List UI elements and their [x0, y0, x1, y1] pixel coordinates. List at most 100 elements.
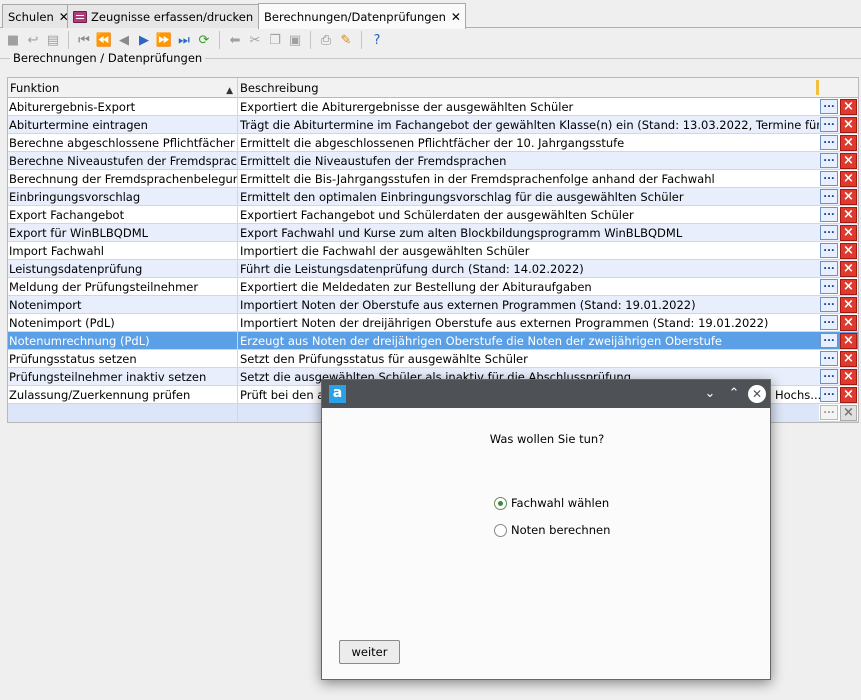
- cell-funktion[interactable]: Export Fachangebot: [8, 206, 238, 224]
- print-icon[interactable]: ⎙: [317, 31, 335, 49]
- cut-icon[interactable]: ✂: [246, 31, 264, 49]
- table-row[interactable]: Export Fachangebot Exportiert Fachangebot…: [8, 206, 858, 224]
- cell-beschreibung[interactable]: Export Fachwahl und Kurse zum alten Bloc…: [238, 224, 819, 242]
- cell-funktion[interactable]: Berechne abgeschlossene Pflichtfächer: [8, 134, 238, 152]
- table-row[interactable]: Abiturergebnis-Export Exportiert die Abit…: [8, 98, 858, 116]
- broom-icon[interactable]: ✎: [337, 31, 355, 49]
- delete-icon[interactable]: ×: [840, 117, 857, 133]
- cell-beschreibung[interactable]: Führt die Leistungsdatenprüfung durch (S…: [238, 260, 819, 278]
- delete-icon[interactable]: ×: [840, 189, 857, 205]
- details-button[interactable]: ...: [820, 135, 838, 150]
- delete-icon[interactable]: ×: [840, 171, 857, 187]
- cell-funktion[interactable]: Prüfungsteilnehmer inaktiv setzen: [8, 368, 238, 386]
- cell-funktion[interactable]: Meldung der Prüfungsteilnehmer: [8, 278, 238, 296]
- cell-funktion[interactable]: Notenimport (PdL): [8, 314, 238, 332]
- cell-funktion[interactable]: Berechne Niveaustufen der Fremdsprachen: [8, 152, 238, 170]
- delete-icon[interactable]: ×: [840, 153, 857, 169]
- option-fachwahl[interactable]: Fachwahl wählen: [494, 496, 609, 510]
- copy-icon[interactable]: ❐: [266, 31, 284, 49]
- cell-beschreibung[interactable]: Erzeugt aus Noten der dreijährigen Obers…: [238, 332, 819, 350]
- table-row[interactable]: Berechne abgeschlossene Pflichtfächer Erm…: [8, 134, 858, 152]
- cell-funktion[interactable]: Berechnung der Fremdsprachenbelegung: [8, 170, 238, 188]
- table-row[interactable]: Import Fachwahl Importiert die Fachwahl d…: [8, 242, 858, 260]
- table-row[interactable]: Notenimport Importiert Noten der Oberstuf…: [8, 296, 858, 314]
- details-button[interactable]: ...: [820, 387, 838, 402]
- option-noten[interactable]: Noten berechnen: [494, 523, 610, 537]
- details-button[interactable]: ...: [820, 225, 838, 240]
- delete-icon[interactable]: ×: [840, 387, 857, 403]
- tab-schulen[interactable]: Schulen ✕: [2, 4, 74, 28]
- cell-funktion[interactable]: Import Fachwahl: [8, 242, 238, 260]
- cell-beschreibung[interactable]: Exportiert die Abiturergebnisse der ausg…: [238, 98, 819, 116]
- delete-icon[interactable]: ×: [840, 207, 857, 223]
- column-header-funktion[interactable]: Funktion ▲: [8, 78, 238, 98]
- radio-unchecked-icon[interactable]: [494, 523, 507, 537]
- details-button[interactable]: ...: [820, 99, 838, 114]
- dialog-title-bar[interactable]: a ⌄ ⌃ ✕: [322, 380, 770, 408]
- cell-funktion[interactable]: Abiturtermine eintragen: [8, 116, 238, 134]
- table-row[interactable]: Export für WinBLBQDML Export Fachwahl und…: [8, 224, 858, 242]
- next-record-icon[interactable]: ▶: [135, 31, 153, 49]
- table-row[interactable]: Meldung der Prüfungsteilnehmer Exportiert…: [8, 278, 858, 296]
- table-row[interactable]: Einbringungsvorschlag Ermittelt den optim…: [8, 188, 858, 206]
- paste-icon[interactable]: ▣: [286, 31, 304, 49]
- delete-icon[interactable]: ×: [840, 99, 857, 115]
- table-row[interactable]: Leistungsdatenprüfung Führt die Leistungs…: [8, 260, 858, 278]
- last-record-icon[interactable]: ⏭: [175, 31, 193, 49]
- delete-icon[interactable]: ×: [840, 351, 857, 367]
- cell-beschreibung[interactable]: Ermittelt die abgeschlossenen Pflichtfäc…: [238, 134, 819, 152]
- cell-beschreibung[interactable]: Trägt die Abiturtermine im Fachangebot d…: [238, 116, 819, 134]
- cell-funktion[interactable]: Zulassung/Zuerkennung prüfen: [8, 386, 238, 404]
- details-button[interactable]: ...: [820, 297, 838, 312]
- chevron-up-icon[interactable]: ⌃: [725, 385, 743, 403]
- undo-icon[interactable]: ↩: [24, 31, 42, 49]
- table-row[interactable]: Notenumrechnung (PdL) Erzeugt aus Noten d…: [8, 332, 858, 350]
- cell-funktion[interactable]: Export für WinBLBQDML: [8, 224, 238, 242]
- table-row[interactable]: Abiturtermine eintragen Trägt die Abiturt…: [8, 116, 858, 134]
- help-icon[interactable]: ?: [368, 31, 386, 49]
- chevron-down-icon[interactable]: ⌄: [701, 385, 719, 403]
- close-icon[interactable]: ✕: [748, 385, 766, 403]
- delete-icon[interactable]: ×: [840, 369, 857, 385]
- cell-beschreibung[interactable]: Exportiert Fachangebot und Schülerdaten …: [238, 206, 819, 224]
- details-button[interactable]: ...: [820, 171, 838, 186]
- back-arrow-icon[interactable]: ⬅: [226, 31, 244, 49]
- cell-beschreibung[interactable]: Ermittelt die Bis-Jahrgangsstufen in der…: [238, 170, 819, 188]
- table-row[interactable]: Prüfungsstatus setzen Setzt den Prüfungss…: [8, 350, 858, 368]
- cell-beschreibung[interactable]: Setzt den Prüfungsstatus für ausgewählte…: [238, 350, 819, 368]
- cell-beschreibung[interactable]: Ermittelt die Niveaustufen der Fremdspra…: [238, 152, 819, 170]
- first-record-icon[interactable]: ⏮: [75, 31, 93, 49]
- details-button[interactable]: ...: [820, 369, 838, 384]
- delete-icon[interactable]: ×: [840, 315, 857, 331]
- cell-funktion[interactable]: Leistungsdatenprüfung: [8, 260, 238, 278]
- delete-icon[interactable]: ×: [840, 225, 857, 241]
- details-button[interactable]: ...: [820, 207, 838, 222]
- tab-berechnungen[interactable]: Berechnungen/Datenprüfungen ✕: [258, 3, 466, 29]
- table-row[interactable]: Notenimport (PdL) Importiert Noten der dr…: [8, 314, 858, 332]
- details-button[interactable]: ...: [820, 315, 838, 330]
- column-header-beschreibung[interactable]: Beschreibung: [238, 78, 818, 98]
- details-button[interactable]: ...: [820, 153, 838, 168]
- details-button[interactable]: ...: [820, 405, 838, 420]
- cell-funktion[interactable]: Notenimport: [8, 296, 238, 314]
- details-button[interactable]: ...: [820, 333, 838, 348]
- cell-beschreibung[interactable]: Importiert Noten der Oberstufe aus exter…: [238, 296, 819, 314]
- table-row[interactable]: Berechnung der Fremdsprachenbelegung Ermi…: [8, 170, 858, 188]
- details-button[interactable]: ...: [820, 279, 838, 294]
- prev-record-icon[interactable]: ◀: [115, 31, 133, 49]
- details-button[interactable]: ...: [820, 351, 838, 366]
- delete-icon[interactable]: ×: [840, 135, 857, 151]
- cell-beschreibung[interactable]: Importiert die Fachwahl der ausgewählten…: [238, 242, 819, 260]
- cell-funktion[interactable]: Abiturergebnis-Export: [8, 98, 238, 116]
- cell-funktion[interactable]: Prüfungsstatus setzen: [8, 350, 238, 368]
- fast-back-icon[interactable]: ⏪: [95, 31, 113, 49]
- radio-checked-icon[interactable]: [494, 496, 507, 510]
- delete-icon[interactable]: ×: [840, 333, 857, 349]
- cell-beschreibung[interactable]: Ermittelt den optimalen Einbringungsvors…: [238, 188, 819, 206]
- table-row[interactable]: Berechne Niveaustufen der Fremdsprachen E…: [8, 152, 858, 170]
- details-button[interactable]: ...: [820, 243, 838, 258]
- delete-icon[interactable]: ×: [840, 279, 857, 295]
- fast-forward-icon[interactable]: ⏩: [155, 31, 173, 49]
- delete-icon[interactable]: ×: [840, 243, 857, 259]
- close-icon[interactable]: ✕: [451, 10, 461, 24]
